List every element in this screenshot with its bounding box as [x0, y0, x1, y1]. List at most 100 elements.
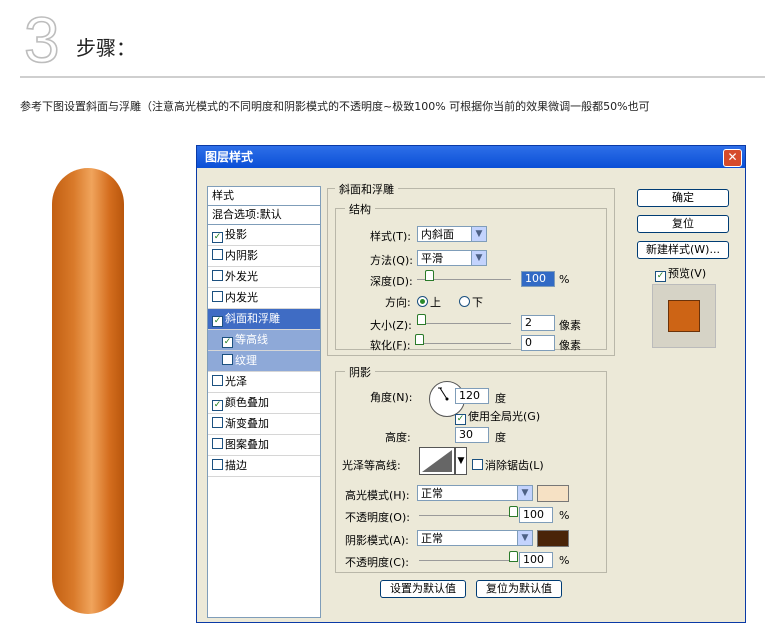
- checkbox-unchecked-icon[interactable]: [212, 375, 223, 386]
- technique-select[interactable]: 平滑 ▼: [417, 250, 487, 266]
- antialias-label: 消除锯齿(L): [485, 459, 544, 472]
- depth-label: 深度(D):: [370, 275, 413, 288]
- size-input[interactable]: 2: [521, 315, 555, 331]
- style-item-label: 斜面和浮雕: [225, 312, 280, 325]
- dialog-title: 图层样式: [205, 150, 254, 164]
- blending-options-item[interactable]: 混合选项:默认: [208, 206, 320, 225]
- depth-unit: %: [559, 273, 570, 286]
- dialog-titlebar[interactable]: 图层样式 ✕: [197, 146, 745, 168]
- shadow-opacity-thumb[interactable]: [509, 551, 518, 562]
- soften-slider[interactable]: [417, 343, 511, 344]
- style-item[interactable]: 图案叠加: [208, 435, 320, 456]
- styles-list: 样式 混合选项:默认 ✓ 投影 内阴影 外发光 内发光 ✓ 斜面和浮雕 ✓ 等高线 纹理 光泽 ✓ 颜色…: [207, 186, 321, 618]
- highlight-opacity-input[interactable]: 100: [519, 507, 553, 523]
- radio-unselected-icon: [459, 296, 470, 307]
- new-style-button[interactable]: 新建样式(W)...: [637, 241, 729, 259]
- checkbox-unchecked-icon[interactable]: [212, 291, 223, 302]
- size-unit: 像素: [559, 319, 581, 332]
- style-item[interactable]: 纹理: [208, 351, 320, 372]
- direction-up-radio[interactable]: 上: [417, 294, 441, 310]
- close-button[interactable]: ✕: [723, 149, 742, 167]
- intro-text: 参考下图设置斜面与浮雕（注意高光模式的不同明度和阴影模式的不透明度~极致100%…: [20, 100, 650, 113]
- technique-label: 方法(Q):: [370, 254, 413, 267]
- style-item[interactable]: 光泽: [208, 372, 320, 393]
- altitude-input[interactable]: 30: [455, 427, 489, 443]
- global-light-checkbox[interactable]: ✓ 使用全局光(G): [455, 408, 540, 425]
- checkbox-unchecked-icon[interactable]: [212, 270, 223, 281]
- ok-button[interactable]: 确定: [637, 189, 729, 207]
- style-item[interactable]: 内发光: [208, 288, 320, 309]
- style-item-label: 投影: [225, 228, 247, 241]
- altitude-label: 高度:: [385, 431, 411, 444]
- soften-slider-thumb[interactable]: [415, 334, 424, 345]
- highlight-opacity-thumb[interactable]: [509, 506, 518, 517]
- angle-unit: 度: [495, 392, 506, 405]
- checkbox-unchecked-icon[interactable]: [212, 417, 223, 428]
- bevel-style-select[interactable]: 内斜面 ▼: [417, 226, 487, 242]
- shadow-color-swatch[interactable]: [537, 530, 569, 547]
- styles-header[interactable]: 样式: [208, 187, 320, 206]
- style-item-label: 外发光: [225, 270, 258, 283]
- angle-input[interactable]: 120: [455, 388, 489, 404]
- contour-graph-icon: [422, 450, 452, 472]
- direction-label: 方向:: [385, 296, 411, 309]
- highlight-opacity-slider[interactable]: [419, 515, 515, 516]
- depth-input[interactable]: 100: [521, 271, 555, 287]
- checkbox-unchecked-icon[interactable]: [212, 249, 223, 260]
- reset-button[interactable]: 复位: [637, 215, 729, 233]
- shading-title: 阴影: [345, 364, 375, 380]
- highlight-color-swatch[interactable]: [537, 485, 569, 502]
- checkbox-checked-icon[interactable]: ✓: [212, 232, 223, 243]
- layer-style-dialog: 图层样式 ✕ 样式 混合选项:默认 ✓ 投影 内阴影 外发光 内发光 ✓ 斜面和浮雕 ✓ 等高线…: [196, 145, 746, 623]
- style-item[interactable]: 渐变叠加: [208, 414, 320, 435]
- direction-up-label: 上: [430, 296, 441, 309]
- style-item-label: 内阴影: [225, 249, 258, 262]
- depth-slider-thumb[interactable]: [425, 270, 434, 281]
- style-item-label: 图案叠加: [225, 438, 269, 451]
- size-slider[interactable]: [417, 323, 511, 324]
- shadow-opacity-input[interactable]: 100: [519, 552, 553, 568]
- technique-value: 平滑: [421, 252, 443, 265]
- checkbox-unchecked-icon[interactable]: [222, 354, 233, 365]
- antialias-checkbox[interactable]: 消除锯齿(L): [472, 457, 544, 473]
- checkbox-unchecked-icon: [472, 459, 483, 470]
- reset-default-button[interactable]: 复位为默认值: [476, 580, 562, 598]
- style-item-label: 等高线: [235, 333, 268, 346]
- set-default-button[interactable]: 设置为默认值: [380, 580, 466, 598]
- gloss-contour-picker[interactable]: [419, 447, 455, 475]
- step-title: 步骤：: [76, 36, 136, 60]
- size-slider-thumb[interactable]: [417, 314, 426, 325]
- shadow-mode-select[interactable]: 正常 ▼: [417, 530, 533, 546]
- gloss-contour-dropdown[interactable]: ▼: [455, 447, 467, 475]
- style-item-label: 描边: [225, 459, 247, 472]
- step-number: 3: [24, 6, 60, 72]
- shadow-mode-label: 阴影模式(A):: [345, 534, 409, 547]
- direction-down-radio[interactable]: 下: [459, 294, 483, 310]
- shadow-opacity-slider[interactable]: [419, 560, 515, 561]
- step-number-graphic: 3: [23, 6, 60, 72]
- checkbox-checked-icon[interactable]: ✓: [212, 400, 223, 411]
- style-item-label: 渐变叠加: [225, 417, 269, 430]
- highlight-mode-label: 高光模式(H):: [345, 489, 410, 502]
- style-item[interactable]: 内阴影: [208, 246, 320, 267]
- style-item[interactable]: ✓ 等高线: [208, 330, 320, 351]
- style-item[interactable]: ✓ 颜色叠加: [208, 393, 320, 414]
- highlight-mode-select[interactable]: 正常 ▼: [417, 485, 533, 501]
- preview-checkbox[interactable]: ✓ 预览(V): [655, 265, 706, 282]
- style-item[interactable]: 外发光: [208, 267, 320, 288]
- style-item[interactable]: 描边: [208, 456, 320, 477]
- style-item[interactable]: ✓ 斜面和浮雕: [208, 309, 320, 330]
- checkbox-unchecked-icon[interactable]: [212, 459, 223, 470]
- direction-down-label: 下: [472, 296, 483, 309]
- checkbox-checked-icon[interactable]: ✓: [222, 337, 233, 348]
- style-item-label: 内发光: [225, 291, 258, 304]
- soften-label: 软化(F):: [370, 339, 411, 352]
- checkbox-unchecked-icon[interactable]: [212, 438, 223, 449]
- soften-input[interactable]: 0: [521, 335, 555, 351]
- chevron-down-icon: ▼: [471, 227, 486, 241]
- style-item[interactable]: ✓ 投影: [208, 225, 320, 246]
- angle-label: 角度(N):: [370, 391, 413, 404]
- chevron-down-icon: ▼: [517, 486, 532, 500]
- shadow-opacity-label: 不透明度(C):: [345, 556, 409, 569]
- checkbox-checked-icon[interactable]: ✓: [212, 316, 223, 327]
